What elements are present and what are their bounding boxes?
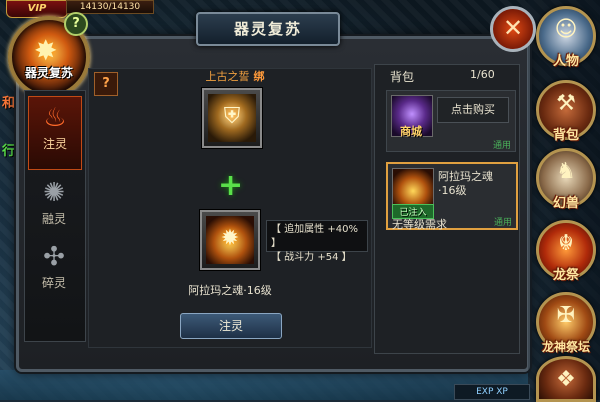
fire-icon: ✸ [34, 34, 58, 67]
shards-icon: ✣ [43, 242, 65, 272]
menu-beast[interactable]: ♞ 幻兽 [536, 148, 596, 211]
item-name: 上古之誓 [205, 70, 250, 83]
plus-icon: + [218, 168, 244, 203]
tab-inject[interactable]: ♨ 注灵 [28, 96, 82, 170]
tab-shatter[interactable]: ✣ 碎灵 [28, 236, 80, 308]
attribute-line: 【 追加属性 +40% 】 [271, 224, 358, 249]
bind-note: 通用 [493, 218, 512, 228]
menu-label: 幻兽 [552, 196, 579, 211]
swirl-icon: ✺ [43, 178, 65, 208]
tab-label: 融灵 [41, 212, 66, 226]
left-fragment-text: 和 [2, 96, 16, 111]
bag-count: 1/60 [470, 68, 495, 81]
close-button[interactable]: ✕ [490, 6, 536, 52]
bag-icon: ⚒ [556, 91, 576, 116]
tab-label: 碎灵 [41, 276, 66, 290]
left-fragment-text-2: 行 [2, 144, 16, 159]
shop-tag: 商城 [400, 125, 422, 138]
vip-badge[interactable]: VIP [6, 0, 68, 18]
menu-label: 龙神祭坛 [541, 340, 590, 354]
dragon-icon: ☬ [558, 231, 574, 256]
menu-dragon[interactable]: ☬ 龙祭 [536, 220, 596, 283]
menu-bag[interactable]: ⚒ 背包 [536, 80, 596, 143]
bind-note: 通用 [492, 141, 511, 151]
bag-title: 背包 [390, 70, 415, 84]
attribute-line: 【 战斗力 +54 】 [271, 252, 352, 263]
level-requirement: 无等级需求 [392, 218, 447, 231]
helmet-glyph: ⛨ [223, 104, 241, 129]
inject-button[interactable]: 注灵 [180, 313, 282, 339]
soul-slot[interactable]: ✹ [200, 210, 260, 270]
portrait-icon: ☺ [554, 17, 578, 42]
menu-label: 龙祭 [552, 268, 579, 283]
info-icon[interactable]: ? [94, 72, 118, 96]
equipment-slot[interactable]: ⛨ [202, 88, 262, 148]
unicorn-icon: ♞ [556, 159, 576, 184]
menu-label: 人物 [552, 54, 579, 69]
help-button[interactable]: ? [64, 12, 88, 36]
soul-item-name: 阿拉玛之魂·16级 [438, 170, 493, 197]
flame-icon: ♨ [43, 103, 67, 133]
menu-label: 背包 [552, 128, 579, 143]
emblem-label: 器灵复苏 [24, 66, 73, 80]
panel-title: 器灵复苏 [196, 12, 340, 46]
soul-glyph: ✹ [220, 226, 240, 251]
menu-more[interactable]: ❖ [536, 356, 596, 402]
tab-label: 注灵 [42, 137, 67, 151]
shop-entry[interactable]: 商城 点击购买 通用 [386, 90, 516, 152]
tab-fuse[interactable]: ✺ 融灵 [28, 172, 80, 244]
soul-name: 阿拉玛之魂·16级 [188, 284, 272, 297]
altar-icon: ✠ [556, 303, 576, 328]
attribute-box: 【 追加属性 +40% 】 【 战斗力 +54 】 [266, 220, 368, 263]
book-icon: ❖ [556, 367, 576, 392]
item-title: 上古之誓绑 [180, 68, 290, 84]
exp-bar: EXP XP [454, 384, 530, 400]
bind-tag: 绑 [253, 70, 265, 83]
menu-altar[interactable]: ✠ 龙神祭坛 [536, 292, 596, 354]
buy-button[interactable]: 点击购买 [437, 97, 509, 123]
bottom-ground [0, 370, 528, 400]
menu-character[interactable]: ☺ 人物 [536, 6, 596, 69]
